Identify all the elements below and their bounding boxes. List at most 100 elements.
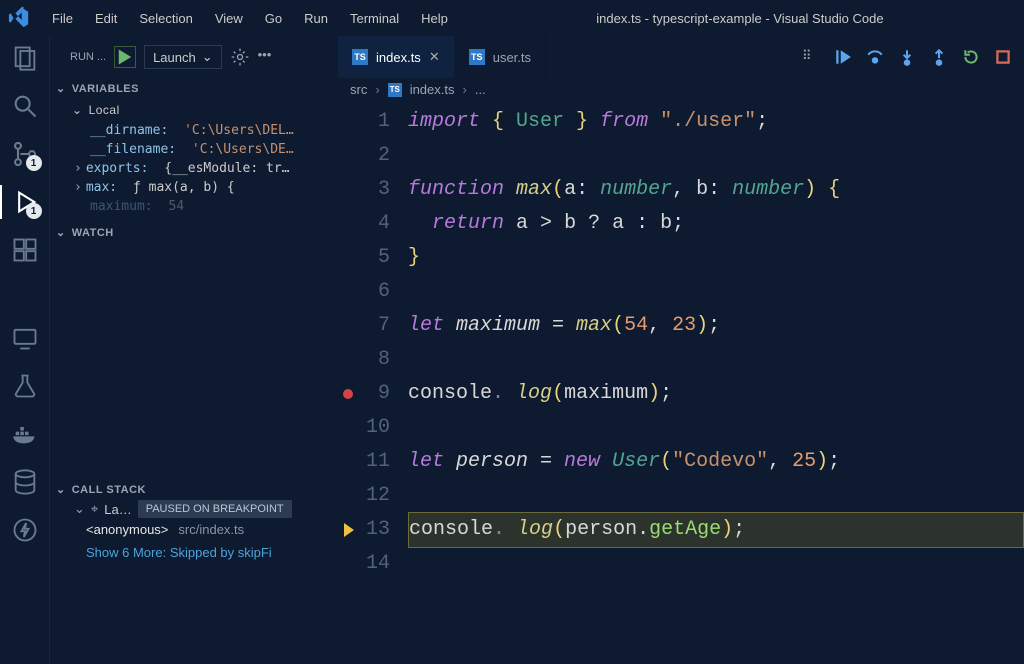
- chevron-right-icon: ›: [74, 180, 82, 195]
- line-content: return a > b ? a : b;: [408, 207, 684, 241]
- chevron-right-icon: ›: [463, 82, 467, 97]
- search-icon[interactable]: [11, 92, 39, 120]
- line-number: 8: [358, 343, 408, 377]
- docker-icon[interactable]: [11, 420, 39, 448]
- code-line-5[interactable]: 5}: [338, 241, 1024, 275]
- activity-bar: 1 1: [0, 36, 50, 664]
- line-number: 5: [358, 241, 408, 275]
- remote-icon[interactable]: [11, 324, 39, 352]
- variable-exports[interactable]: › exports: {__esModule: tr…: [50, 159, 338, 178]
- thunder-icon[interactable]: [11, 516, 39, 544]
- code-line-4[interactable]: 4 return a > b ? a : b;: [338, 207, 1024, 241]
- menu-run[interactable]: Run: [294, 7, 338, 30]
- line-content: }: [408, 241, 420, 275]
- menu-terminal[interactable]: Terminal: [340, 7, 409, 30]
- variable-maximum[interactable]: maximum: 54: [50, 197, 338, 216]
- callstack-thread[interactable]: ⌄ ⌖ La… PAUSED ON BREAKPOINT: [50, 500, 338, 518]
- launch-config-label: Launch: [153, 50, 196, 65]
- continue-icon[interactable]: [834, 48, 852, 66]
- step-into-icon[interactable]: [898, 48, 916, 66]
- callstack-frame[interactable]: <anonymous> src/index.ts: [50, 518, 338, 541]
- callstack-section-header[interactable]: ⌄ CALL STACK: [50, 479, 338, 500]
- breadcrumb[interactable]: src › TS index.ts › ...: [338, 78, 1024, 101]
- debug-icon[interactable]: 1: [11, 188, 39, 216]
- close-icon[interactable]: ✕: [429, 49, 440, 65]
- line-number: 9: [358, 377, 408, 411]
- watch-section-header[interactable]: ⌄ WATCH: [50, 222, 338, 243]
- line-content: console. log(maximum);: [408, 377, 672, 411]
- editor: TS index.ts ✕ TS user.ts ⠿ src › TS: [338, 36, 1024, 664]
- line-content: let person = new User("Codevo", 25);: [408, 445, 840, 479]
- variable-dirname[interactable]: __dirname: 'C:\Users\DEL…: [50, 121, 338, 140]
- typescript-icon: TS: [352, 49, 368, 65]
- window-title: index.ts - typescript-example - Visual S…: [464, 11, 1016, 26]
- code-line-11[interactable]: 11let person = new User("Codevo", 25);: [338, 445, 1024, 479]
- code-line-6[interactable]: 6: [338, 275, 1024, 309]
- vscode-logo-icon: [8, 7, 30, 29]
- breakpoint-icon[interactable]: [338, 389, 358, 399]
- menu-file[interactable]: File: [42, 7, 83, 30]
- menu-help[interactable]: Help: [411, 7, 458, 30]
- code-line-3[interactable]: 3function max(a: number, b: number) {: [338, 173, 1024, 207]
- line-number: 7: [358, 309, 408, 343]
- tab-user-ts[interactable]: TS user.ts: [455, 36, 546, 78]
- code-line-14[interactable]: 14: [338, 547, 1024, 581]
- current-line-icon[interactable]: [338, 523, 358, 537]
- scm-badge: 1: [26, 155, 42, 171]
- explorer-icon[interactable]: [11, 44, 39, 72]
- menu-selection[interactable]: Selection: [129, 7, 202, 30]
- line-number: 10: [358, 411, 408, 445]
- start-debug-button[interactable]: [114, 46, 136, 68]
- line-number: 4: [358, 207, 408, 241]
- launch-config-dropdown[interactable]: Launch ⌄: [144, 45, 222, 69]
- step-over-icon[interactable]: [866, 48, 884, 66]
- chevron-down-icon: ⌄: [56, 226, 66, 239]
- code-line-13[interactable]: 13console. log(person.getAge);: [338, 513, 1024, 547]
- testing-icon[interactable]: [11, 372, 39, 400]
- debug-badge: 1: [26, 203, 42, 219]
- chevron-down-icon: ⌄: [56, 82, 66, 95]
- code-line-7[interactable]: 7let maximum = max(54, 23);: [338, 309, 1024, 343]
- line-content: console. log(person.getAge);: [408, 512, 1024, 548]
- menu-view[interactable]: View: [205, 7, 253, 30]
- code-line-12[interactable]: 12: [338, 479, 1024, 513]
- source-control-icon[interactable]: 1: [11, 140, 39, 168]
- line-content: let maximum = max(54, 23);: [408, 309, 720, 343]
- drag-handle-icon[interactable]: ⠿: [802, 48, 820, 66]
- step-out-icon[interactable]: [930, 48, 948, 66]
- menu-edit[interactable]: Edit: [85, 7, 127, 30]
- variables-section-header[interactable]: ⌄ VARIABLES: [50, 78, 338, 99]
- chevron-right-icon: ›: [74, 161, 82, 176]
- paused-badge: PAUSED ON BREAKPOINT: [138, 500, 292, 518]
- line-number: 14: [358, 547, 408, 581]
- line-number: 12: [358, 479, 408, 513]
- menubar: File Edit Selection View Go Run Terminal…: [42, 7, 458, 30]
- restart-icon[interactable]: [962, 48, 980, 66]
- sidebar-run-and-debug: RUN ... Launch ⌄ ••• ⌄ VARIABLES ⌄ Local…: [50, 36, 338, 664]
- callstack-showmore[interactable]: Show 6 More: Skipped by skipFi: [50, 541, 338, 564]
- code-line-2[interactable]: 2: [338, 139, 1024, 173]
- variable-filename[interactable]: __filename: 'C:\Users\DE…: [50, 140, 338, 159]
- local-scope-header[interactable]: ⌄ Local: [50, 99, 338, 121]
- typescript-icon: TS: [388, 83, 402, 97]
- chevron-down-icon: ⌄: [56, 483, 66, 496]
- code-line-9[interactable]: 9console. log(maximum);: [338, 377, 1024, 411]
- code-line-1[interactable]: 1import { User } from "./user";: [338, 105, 1024, 139]
- extensions-icon[interactable]: [11, 236, 39, 264]
- menu-go[interactable]: Go: [255, 7, 292, 30]
- line-content: function max(a: number, b: number) {: [408, 173, 840, 207]
- line-number: 11: [358, 445, 408, 479]
- variable-max[interactable]: › max: ƒ max(a, b) {: [50, 178, 338, 197]
- code-line-8[interactable]: 8: [338, 343, 1024, 377]
- ellipsis-icon[interactable]: •••: [258, 47, 278, 67]
- code-editor[interactable]: 1import { User } from "./user";23functio…: [338, 101, 1024, 664]
- chevron-right-icon: ›: [375, 82, 379, 97]
- code-line-10[interactable]: 10: [338, 411, 1024, 445]
- line-number: 13: [358, 513, 408, 547]
- tab-index-ts[interactable]: TS index.ts ✕: [338, 36, 455, 78]
- line-number: 2: [358, 139, 408, 173]
- database-icon[interactable]: [11, 468, 39, 496]
- run-section-label: RUN ...: [58, 51, 106, 63]
- stop-icon[interactable]: [994, 48, 1012, 66]
- gear-icon[interactable]: [230, 47, 250, 67]
